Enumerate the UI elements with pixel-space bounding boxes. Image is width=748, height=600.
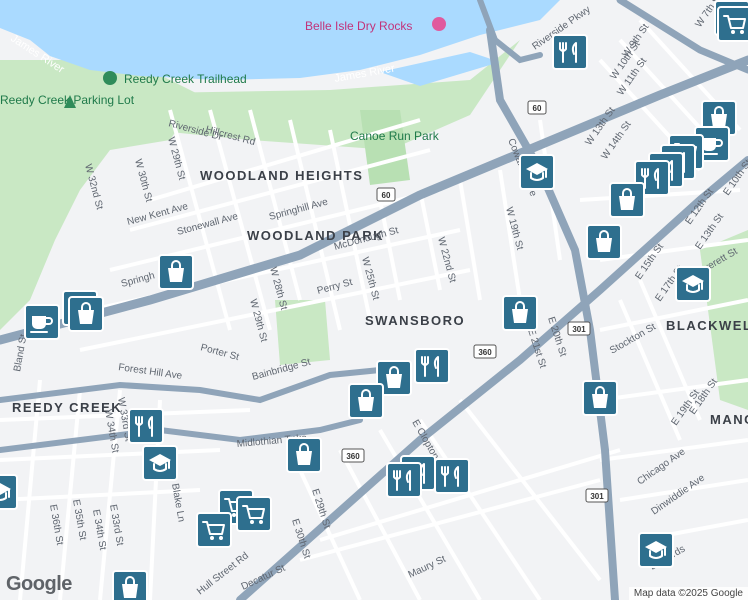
school-marker[interactable] [638,532,674,568]
restaurant-marker[interactable] [128,408,164,444]
grocery-marker[interactable] [236,496,272,532]
neighborhood-swansboro: SWANSBORO [365,313,465,328]
route-shield-360-a: 360 [473,344,497,359]
route-shield-301-a: 301 [567,321,591,336]
svg-text:60: 60 [533,104,542,113]
school-marker[interactable] [142,445,178,481]
restaurant-marker[interactable] [414,348,450,384]
canoe-run-park-label: Canoe Run Park [350,129,440,143]
google-logo[interactable]: Google [6,573,72,596]
route-shield-60-a: 60 [376,187,396,202]
cafe-marker[interactable] [24,304,60,340]
restaurant-marker[interactable] [386,462,422,498]
svg-text:Belle Isle Dry Rocks: Belle Isle Dry Rocks [305,19,412,33]
restaurant-marker[interactable] [434,458,470,494]
poi-reedy-creek-parking[interactable]: Reedy Creek Parking Lot [0,93,135,108]
shopping-marker[interactable] [112,570,148,600]
shopping-marker[interactable] [286,437,322,473]
shopping-marker[interactable] [348,383,384,419]
neighborhood-woodland-heights: WOODLAND HEIGHTS [200,168,363,183]
school-marker[interactable] [519,154,555,190]
svg-text:301: 301 [572,325,586,334]
svg-text:Reedy Creek Trailhead: Reedy Creek Trailhead [124,72,247,86]
svg-text:60: 60 [382,191,391,200]
school-marker[interactable] [675,266,711,302]
shopping-marker[interactable] [502,295,538,331]
shopping-marker[interactable] [609,182,645,218]
route-shield-301-b: 301 [585,488,609,503]
svg-text:360: 360 [346,452,360,461]
svg-text:360: 360 [478,348,492,357]
map-data-credit[interactable]: Map data ©2025 Google [628,587,748,600]
svg-text:301: 301 [590,492,604,501]
grocery-marker[interactable] [196,512,232,548]
poi-reedy-creek-trailhead[interactable]: Reedy Creek Trailhead [103,71,247,86]
route-shield-360-b: 360 [341,448,365,463]
shopping-marker[interactable] [68,296,104,332]
grocery-marker[interactable] [717,6,748,42]
shopping-marker[interactable] [586,224,622,260]
map-canvas[interactable]: 60 60 360 360 301 301 James River James … [0,0,748,600]
shopping-marker[interactable] [582,380,618,416]
restaurant-marker[interactable] [552,34,588,70]
neighborhood-blackwell: BLACKWELL [666,318,748,333]
school-marker[interactable] [0,474,18,510]
shopping-marker[interactable] [158,254,194,290]
route-shield-60-b: 60 [527,100,547,115]
neighborhood-manc: MANC [710,412,748,427]
